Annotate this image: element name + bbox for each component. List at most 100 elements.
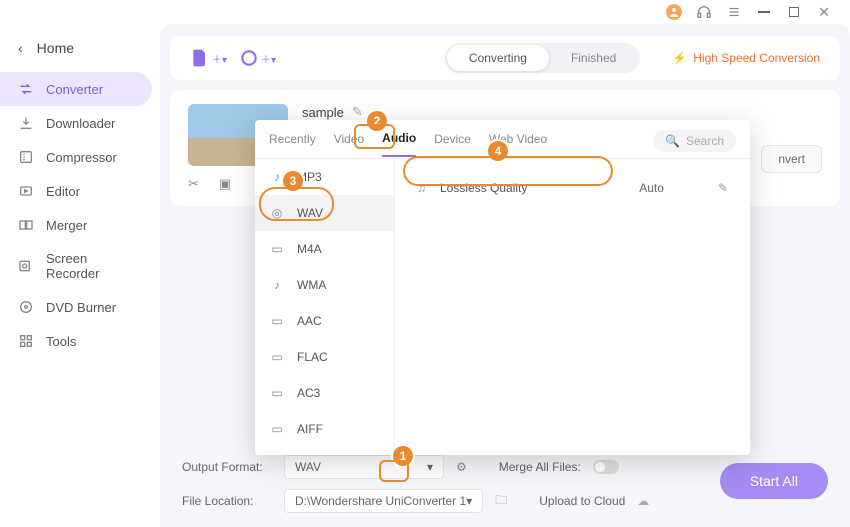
convert-button[interactable]: nvert xyxy=(761,145,822,173)
plus-icon: ＋▾ xyxy=(261,51,276,66)
upload-cloud-label: Upload to Cloud xyxy=(539,494,625,508)
format-label: AAC xyxy=(297,314,322,328)
audio-icon: ▭ xyxy=(269,349,285,365)
high-speed-label: High Speed Conversion xyxy=(693,51,820,65)
window-titlebar: ✕ xyxy=(0,0,850,24)
quality-label: Lossless Quality xyxy=(440,181,527,195)
sidebar-item-label: DVD Burner xyxy=(46,300,116,315)
merger-icon xyxy=(18,217,34,233)
tab-finished[interactable]: Finished xyxy=(549,45,638,71)
minimize-button[interactable] xyxy=(756,4,772,20)
settings-icon[interactable]: ⚙ xyxy=(456,460,467,474)
merge-label: Merge All Files: xyxy=(499,460,581,474)
quality-value: Auto xyxy=(639,181,664,195)
quality-option[interactable]: ♫ Lossless Quality Auto ✎ xyxy=(409,171,736,205)
format-flac[interactable]: ▭FLAC xyxy=(255,339,394,375)
callout-4: 4 xyxy=(488,141,508,161)
home-nav[interactable]: ‹ Home xyxy=(0,32,160,64)
format-aac[interactable]: ▭ AAC xyxy=(255,303,394,339)
open-folder-icon[interactable]: 🗀 xyxy=(495,491,507,512)
file-location-label: File Location: xyxy=(182,494,272,508)
converter-icon xyxy=(18,81,34,97)
sidebar-item-label: Tools xyxy=(46,334,76,349)
callout-1: 1 xyxy=(393,446,413,466)
sidebar-item-label: Converter xyxy=(46,82,103,97)
callout-2: 2 xyxy=(367,111,387,131)
add-url-button[interactable]: ＋▾ xyxy=(239,48,276,68)
home-label: Home xyxy=(37,40,74,56)
sidebar-item-compressor[interactable]: Compressor xyxy=(0,140,160,174)
header: ＋▾ ＋▾ Converting Finished ⚡ High Speed Co… xyxy=(170,36,840,80)
format-wma[interactable]: ♪ WMA xyxy=(255,267,394,303)
format-label: AIFF xyxy=(297,422,323,436)
format-m4a[interactable]: ▭ M4A xyxy=(255,231,394,267)
edit-name-icon[interactable]: ✎ xyxy=(352,104,363,120)
add-file-button[interactable]: ＋▾ xyxy=(190,48,227,68)
chevron-down-icon: ▾ xyxy=(466,494,472,508)
sidebar-item-dvd-burner[interactable]: DVD Burner xyxy=(0,290,160,324)
cloud-icon[interactable]: ☁ xyxy=(637,494,649,508)
sidebar: ‹ Home Converter Downloader Compressor E… xyxy=(0,24,160,527)
footer: Output Format: WAV ▾ ⚙ Merge All Files: F… xyxy=(160,445,850,527)
sidebar-item-screen-recorder[interactable]: Screen Recorder xyxy=(0,242,160,290)
status-tabs: Converting Finished xyxy=(445,43,640,73)
format-label: AC3 xyxy=(297,386,320,400)
sidebar-item-downloader[interactable]: Downloader xyxy=(0,106,160,140)
sidebar-item-merger[interactable]: Merger xyxy=(0,208,160,242)
format-aiff[interactable]: ▭ AIFF xyxy=(255,411,394,447)
sidebar-item-converter[interactable]: Converter xyxy=(0,72,152,106)
music-icon: ♫ xyxy=(417,181,426,195)
format-ac3[interactable]: ▭AC3 xyxy=(255,375,394,411)
output-format-select[interactable]: WAV ▾ xyxy=(284,455,444,479)
file-location-select[interactable]: D:\Wondershare UniConverter 1▾ xyxy=(284,489,483,513)
menu-icon[interactable] xyxy=(726,4,742,20)
format-label: WAV xyxy=(297,206,323,220)
audio-icon: ◎ xyxy=(269,205,285,221)
search-icon: 🔍 xyxy=(665,134,680,148)
back-icon[interactable]: ‹ xyxy=(18,40,23,56)
sidebar-item-label: Compressor xyxy=(46,150,117,165)
merge-toggle[interactable] xyxy=(593,460,619,474)
format-search[interactable]: 🔍 Search xyxy=(653,130,736,152)
sidebar-item-tools[interactable]: Tools xyxy=(0,324,160,358)
download-icon xyxy=(18,115,34,131)
file-location-value: D:\Wondershare UniConverter 1 xyxy=(295,494,466,508)
close-button[interactable]: ✕ xyxy=(816,4,832,20)
sidebar-item-label: Downloader xyxy=(46,116,115,131)
format-list: ♪MP3 ◎WAV ▭M4A ♪WMA ▭AAC ▭FLAC ▭AC3 ▭AIF… xyxy=(255,159,395,455)
edit-quality-icon[interactable]: ✎ xyxy=(718,181,728,195)
tab-audio[interactable]: Audio xyxy=(382,131,416,157)
compressor-icon xyxy=(18,149,34,165)
audio-icon: ▭ xyxy=(269,313,285,329)
audio-icon: ▭ xyxy=(269,241,285,257)
format-mp3[interactable]: ♪MP3 xyxy=(255,159,394,195)
trim-icon[interactable]: ✂ xyxy=(188,176,199,192)
tab-recently[interactable]: Recently xyxy=(269,132,316,156)
format-popup: Recently Video Audio Device Web Video 🔍 … xyxy=(255,120,750,455)
search-placeholder: Search xyxy=(686,134,724,148)
crop-icon[interactable]: ▣ xyxy=(219,176,231,192)
headset-icon[interactable] xyxy=(696,4,712,20)
format-label: M4A xyxy=(297,242,322,256)
file-name: sample xyxy=(302,105,344,120)
start-all-button[interactable]: Start All xyxy=(720,463,828,499)
tab-converting[interactable]: Converting xyxy=(447,45,549,71)
output-format-label: Output Format: xyxy=(182,460,272,474)
high-speed-toggle[interactable]: ⚡ High Speed Conversion xyxy=(672,51,820,65)
audio-icon: ▭ xyxy=(269,421,285,437)
user-avatar-icon[interactable] xyxy=(666,4,682,20)
maximize-button[interactable] xyxy=(786,4,802,20)
sidebar-item-label: Editor xyxy=(46,184,80,199)
chevron-down-icon: ▾ xyxy=(427,460,433,474)
audio-icon: ♪ xyxy=(269,277,285,293)
tab-device[interactable]: Device xyxy=(434,132,471,156)
tab-video[interactable]: Video xyxy=(334,132,364,156)
sidebar-item-editor[interactable]: Editor xyxy=(0,174,160,208)
tools-icon xyxy=(18,333,34,349)
format-label: WMA xyxy=(297,278,326,292)
format-wav[interactable]: ◎ WAV xyxy=(255,195,394,231)
dvd-icon xyxy=(18,299,34,315)
quality-list: ♫ Lossless Quality Auto ✎ xyxy=(395,159,750,455)
bolt-icon: ⚡ xyxy=(672,51,687,65)
output-format-value: WAV xyxy=(295,460,321,474)
